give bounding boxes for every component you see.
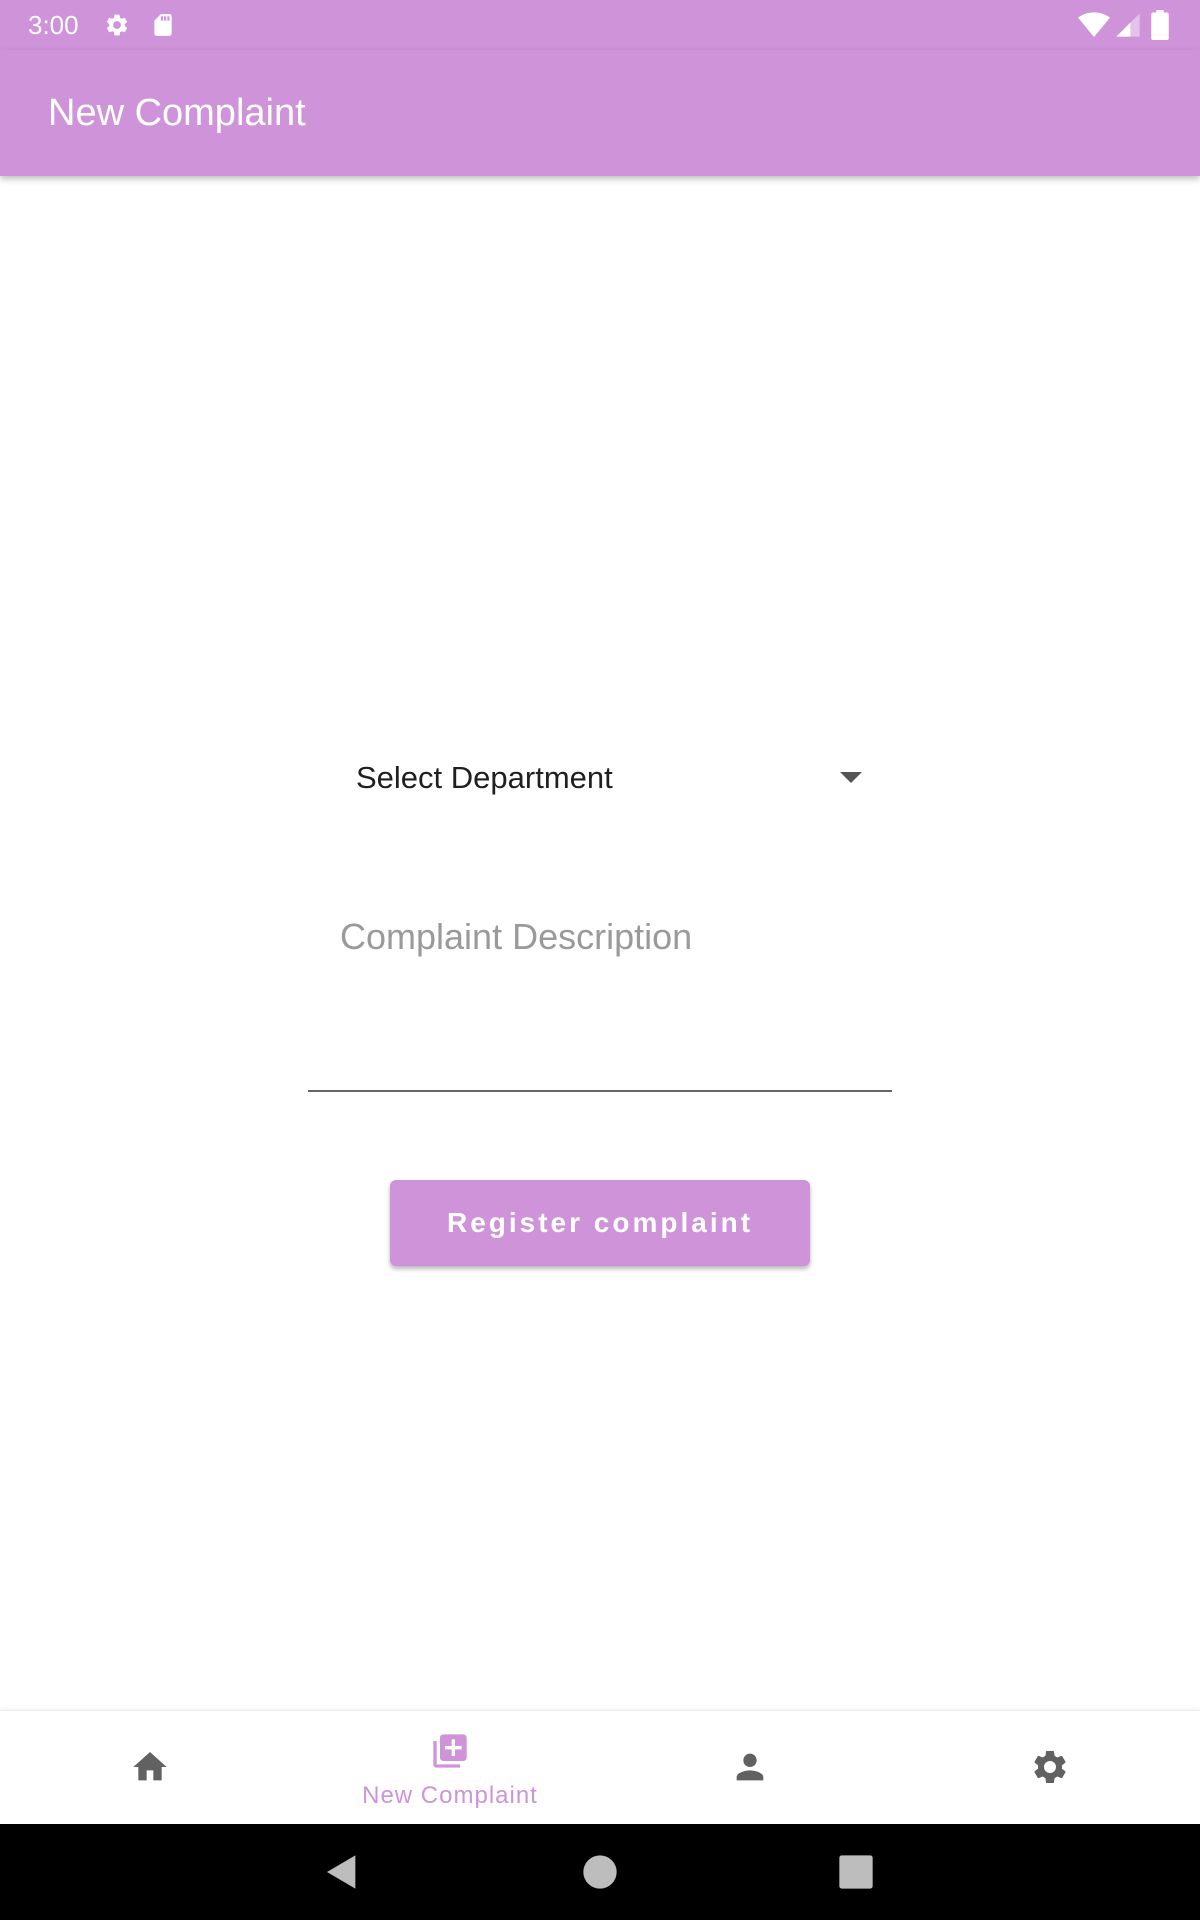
nav-item-settings[interactable]: [900, 1711, 1200, 1825]
battery-icon: [1151, 10, 1169, 40]
sd-card-icon: [154, 14, 172, 36]
bottom-navigation: New Complaint: [0, 1710, 1200, 1824]
wifi-icon: [1078, 12, 1110, 38]
signal-icon: [1116, 13, 1140, 37]
register-complaint-button[interactable]: Register complaint: [390, 1180, 810, 1266]
nav-item-home[interactable]: [0, 1711, 300, 1825]
gear-icon: [1034, 1751, 1066, 1783]
home-icon: [133, 1752, 167, 1781]
department-dropdown[interactable]: Select Department: [340, 748, 870, 808]
recents-icon[interactable]: [836, 1852, 876, 1892]
nav-item-new-complaint[interactable]: New Complaint: [300, 1711, 600, 1825]
system-navigation-bar: [0, 1824, 1200, 1920]
department-dropdown-value: Select Department: [356, 760, 613, 795]
chevron-down-icon: [840, 772, 862, 783]
complaint-description-placeholder: Complaint Description: [340, 916, 693, 957]
home-circle-icon[interactable]: [580, 1852, 620, 1892]
status-bar: 3:00: [0, 0, 1200, 50]
nav-label-new-complaint: New Complaint: [362, 1782, 538, 1809]
nav-item-profile[interactable]: [600, 1711, 900, 1825]
person-icon: [736, 1753, 764, 1781]
add-to-photos-icon: [433, 1734, 467, 1768]
settings-icon: [106, 14, 128, 36]
app-bar: New Complaint: [0, 50, 1200, 176]
complaint-description-field[interactable]: Complaint Description: [308, 900, 892, 1092]
screen: 3:00 New Complaint Select Department Com…: [0, 0, 1200, 1920]
back-icon[interactable]: [322, 1852, 362, 1892]
page-title: New Complaint: [48, 92, 306, 134]
status-time: 3:00: [28, 10, 79, 40]
